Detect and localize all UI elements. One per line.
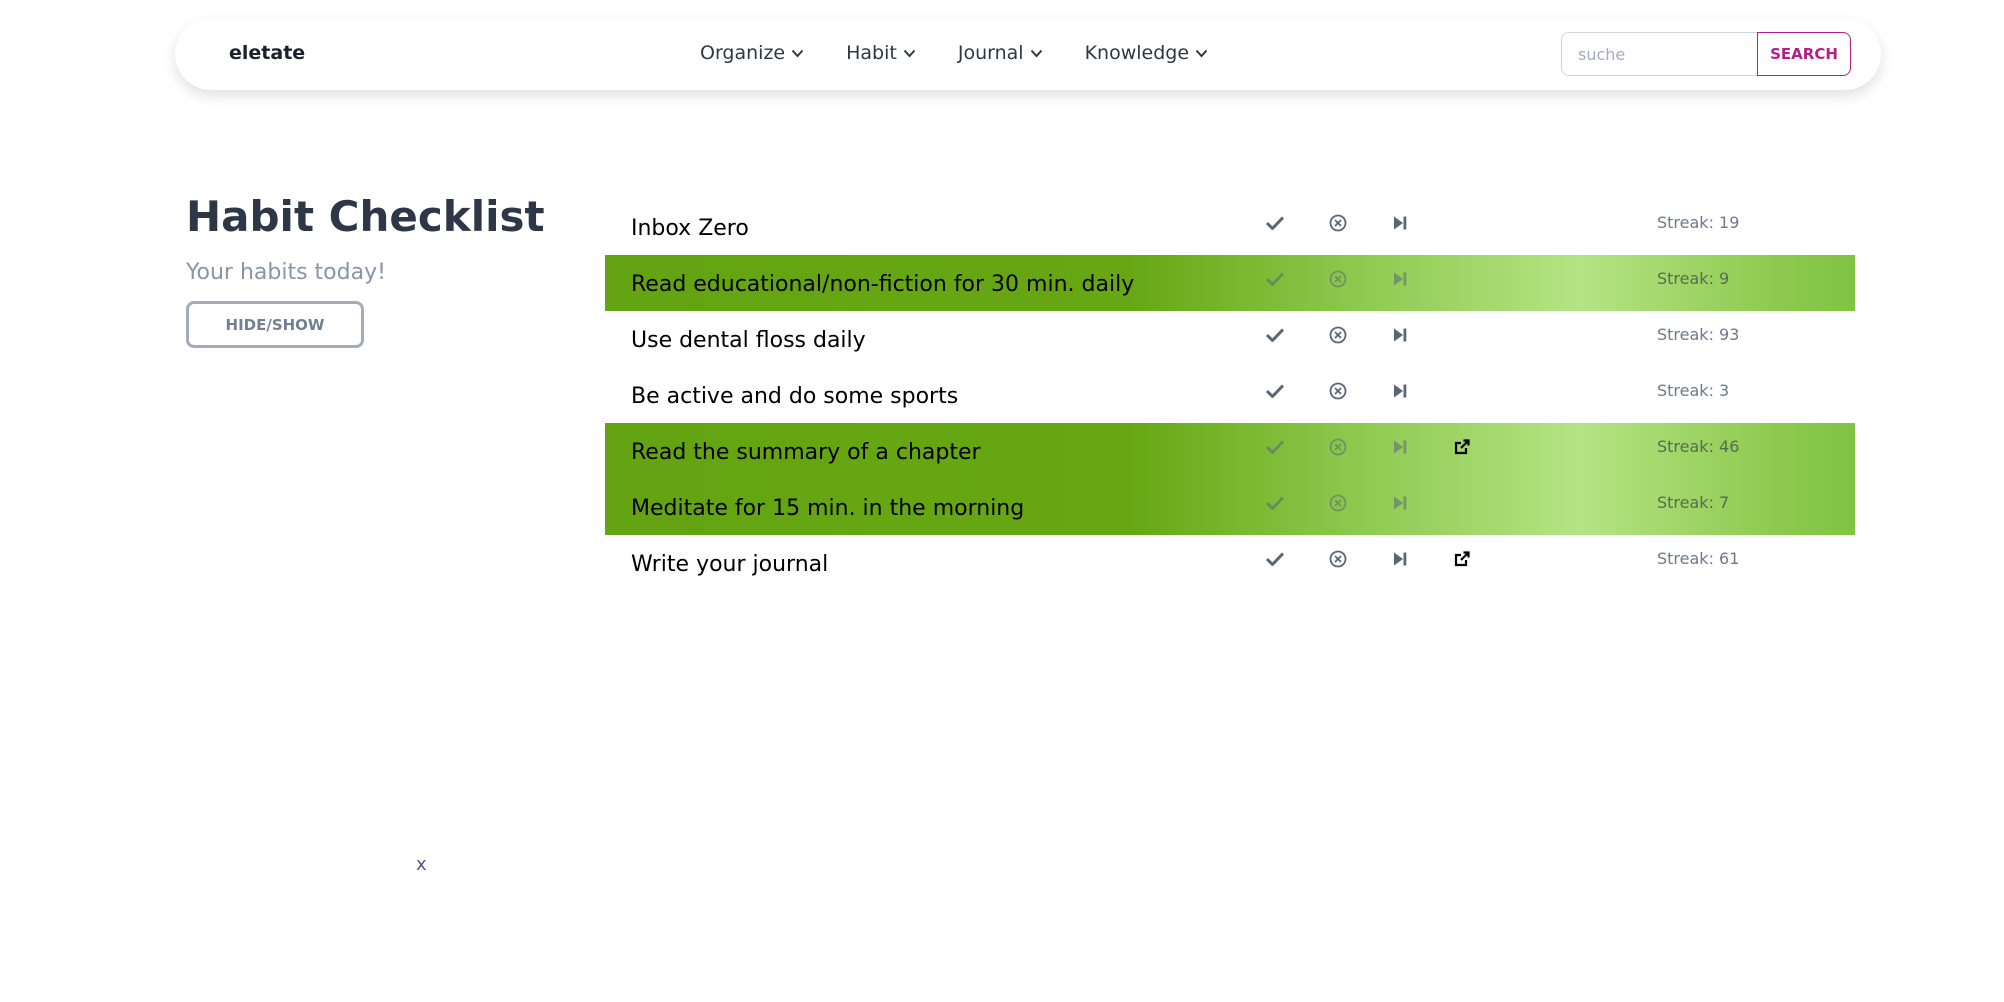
brand-logo[interactable]: eletate: [229, 42, 305, 64]
habit-name: Read educational/non-fiction for 30 min.…: [631, 272, 1135, 297]
cancel-circle-icon[interactable]: [1325, 266, 1351, 292]
streak-count: Streak: 9: [1657, 269, 1730, 288]
streak-count: Streak: 19: [1657, 213, 1740, 232]
search-form: SEARCH: [1561, 32, 1851, 76]
habit-row: Write your journal Streak: 61: [605, 535, 1855, 591]
cancel-circle-icon[interactable]: [1325, 490, 1351, 516]
habit-row: Inbox Zero Streak: 19: [605, 199, 1855, 255]
habit-name: Be active and do some sports: [631, 384, 959, 409]
check-icon[interactable]: [1262, 266, 1288, 292]
habit-name: Use dental floss daily: [631, 328, 866, 353]
nav-item-journal[interactable]: Journal: [958, 42, 1043, 64]
nav-item-label: Habit: [846, 42, 897, 64]
skip-icon[interactable]: [1387, 322, 1413, 348]
main-nav: Organize Habit Journal Knowledge: [700, 42, 1208, 64]
top-navbar: eletate Organize Habit Journal Knowledge…: [175, 18, 1881, 90]
check-icon[interactable]: [1262, 434, 1288, 460]
habit-list: Inbox Zero Streak: 19 Read educational/n…: [605, 199, 1855, 591]
nav-item-label: Organize: [700, 42, 786, 64]
cancel-circle-icon[interactable]: [1325, 322, 1351, 348]
skip-icon[interactable]: [1387, 490, 1413, 516]
habit-name: Read the summary of a chapter: [631, 440, 981, 465]
skip-icon[interactable]: [1387, 546, 1413, 572]
habit-name: Write your journal: [631, 552, 829, 577]
close-icon[interactable]: x: [416, 854, 427, 875]
cancel-circle-icon[interactable]: [1325, 378, 1351, 404]
chevron-down-icon: [1195, 49, 1208, 57]
check-icon[interactable]: [1262, 210, 1288, 236]
habit-name: Inbox Zero: [631, 216, 749, 241]
streak-count: Streak: 61: [1657, 549, 1740, 568]
skip-icon[interactable]: [1387, 266, 1413, 292]
cancel-circle-icon[interactable]: [1325, 434, 1351, 460]
page-subtitle: Your habits today!: [186, 260, 386, 285]
check-icon[interactable]: [1262, 322, 1288, 348]
nav-item-knowledge[interactable]: Knowledge: [1085, 42, 1208, 64]
habit-row: Meditate for 15 min. in the morning Stre…: [605, 479, 1855, 535]
cancel-circle-icon[interactable]: [1325, 546, 1351, 572]
streak-count: Streak: 93: [1657, 325, 1740, 344]
nav-item-label: Journal: [957, 42, 1024, 64]
habit-row: Be active and do some sports Streak: 3: [605, 367, 1855, 423]
check-icon[interactable]: [1262, 546, 1288, 572]
cancel-circle-icon[interactable]: [1325, 210, 1351, 236]
nav-item-habit[interactable]: Habit: [846, 42, 916, 64]
streak-count: Streak: 3: [1657, 381, 1730, 400]
check-icon[interactable]: [1262, 490, 1288, 516]
nav-item-organize[interactable]: Organize: [700, 42, 804, 64]
chevron-down-icon: [903, 49, 916, 57]
nav-item-label: Knowledge: [1084, 42, 1190, 64]
skip-icon[interactable]: [1387, 210, 1413, 236]
chevron-down-icon: [791, 49, 804, 57]
streak-count: Streak: 7: [1657, 493, 1730, 512]
habit-name: Meditate for 15 min. in the morning: [631, 496, 1025, 521]
chevron-down-icon: [1030, 49, 1042, 57]
external-link-icon[interactable]: [1449, 546, 1475, 572]
search-input[interactable]: [1561, 32, 1757, 76]
search-button[interactable]: SEARCH: [1757, 32, 1851, 76]
skip-icon[interactable]: [1387, 378, 1413, 404]
habit-row: Read the summary of a chapter Streak: 46: [605, 423, 1855, 479]
check-icon[interactable]: [1262, 378, 1288, 404]
streak-count: Streak: 46: [1657, 437, 1740, 456]
habit-row: Use dental floss daily Streak: 93: [605, 311, 1855, 367]
page-title: Habit Checklist: [186, 192, 545, 241]
habit-row: Read educational/non-fiction for 30 min.…: [605, 255, 1855, 311]
skip-icon[interactable]: [1387, 434, 1413, 460]
external-link-icon[interactable]: [1449, 434, 1475, 460]
hide-show-button[interactable]: HIDE/SHOW: [186, 301, 364, 348]
